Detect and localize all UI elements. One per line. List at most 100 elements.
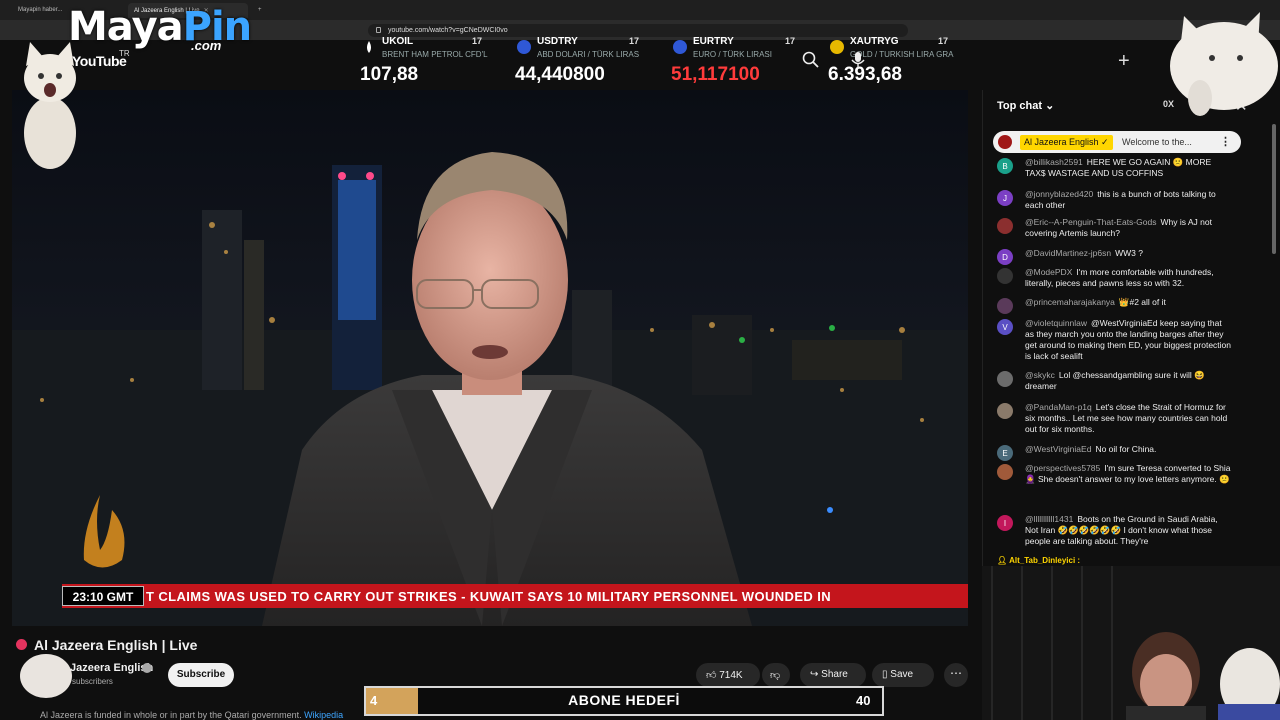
- chat-message-body: @PandaMan-p1q Let's close the Strait of H…: [1025, 402, 1233, 435]
- chat-avatar[interactable]: [997, 371, 1013, 387]
- goal-current: 4: [370, 693, 378, 708]
- tab-label: Mayapin haber...: [18, 7, 63, 13]
- footer-username: Alt_Tab_Dinleyici: [1009, 556, 1076, 565]
- ticker-value: 44,440800: [515, 64, 605, 85]
- chat-avatar[interactable]: V: [997, 319, 1013, 335]
- chat-footer-user: 👤︎ Alt_Tab_Dinleyici :: [997, 556, 1081, 565]
- chat-avatar[interactable]: [997, 218, 1013, 234]
- chat-author[interactable]: @violetquinnlaw: [1025, 318, 1087, 328]
- chat-author[interactable]: @DavidMartinez-jp6sn: [1025, 248, 1111, 258]
- chat-message[interactable]: @princemaharajakanya 👑#2 all of it: [997, 297, 1233, 314]
- pinned-author: Al Jazeera English ✓: [1020, 135, 1113, 150]
- pinned-more-icon[interactable]: ⋮: [1220, 135, 1231, 148]
- chat-author[interactable]: @PandaMan-p1q: [1025, 402, 1092, 412]
- chat-message-body: @Eric--A-Penguin-That-Eats-Gods Why is AJ…: [1025, 217, 1233, 239]
- chat-author[interactable]: @billikash2591: [1025, 157, 1083, 167]
- chat-avatar[interactable]: J: [997, 190, 1013, 206]
- chat-text: 👑#2 all of it: [1118, 297, 1166, 307]
- chat-message[interactable]: D @DavidMartinez-jp6sn WW3 ?: [997, 248, 1233, 265]
- save-label: Save: [890, 669, 914, 680]
- chat-author[interactable]: @Eric--A-Penguin-That-Eats-Gods: [1025, 217, 1156, 227]
- share-button[interactable]: ↪ Share: [800, 663, 866, 687]
- chat-author[interactable]: @perspectives5785: [1025, 463, 1100, 473]
- ticker-item-usdtry: USDTRY ABD DOLARI / TÜRK LIRAS 44,440800…: [515, 36, 640, 86]
- chat-author[interactable]: @lllllllllll1431: [1025, 514, 1073, 524]
- pinned-avatar: [998, 135, 1012, 149]
- chat-avatar[interactable]: [997, 464, 1013, 480]
- chat-message[interactable]: @perspectives5785 I'm sure Teresa convert…: [997, 463, 1233, 485]
- chat-message[interactable]: @Eric--A-Penguin-That-Eats-Gods Why is AJ…: [997, 217, 1233, 239]
- new-tab-icon[interactable]: +: [252, 3, 264, 18]
- mic-icon[interactable]: [848, 50, 868, 70]
- chat-author[interactable]: @jonnyblazed420: [1025, 189, 1093, 199]
- ticker-name: EURTRY: [693, 36, 734, 47]
- chat-message-body: @DavidMartinez-jp6sn WW3 ?: [1025, 248, 1233, 259]
- chat-avatar[interactable]: D: [997, 249, 1013, 265]
- chat-message[interactable]: B @billikash2591 HERE WE GO AGAIN 🙁 MORE T…: [997, 157, 1233, 179]
- search-icon[interactable]: [801, 50, 821, 70]
- funding-text: Al Jazeera is funded in whole or in part…: [40, 710, 302, 720]
- chat-message[interactable]: @ModePDX I'm more comfortable with hundre…: [997, 267, 1233, 289]
- chat-avatar[interactable]: E: [997, 445, 1013, 461]
- chat-scrollbar[interactable]: [1272, 124, 1276, 254]
- mayapin-logo: MayaPin: [68, 4, 252, 50]
- like-button[interactable]: 👍︎ 714K: [696, 663, 760, 687]
- chat-message-body: @ModePDX I'm more comfortable with hundre…: [1025, 267, 1233, 289]
- more-actions-icon[interactable]: ⋯: [944, 663, 968, 687]
- goal-label: ABONE HEDEFİ: [568, 692, 680, 708]
- logo-maya: Maya: [68, 4, 184, 50]
- chat-message[interactable]: V @violetquinnlaw @WestVirginiaEd keep say…: [997, 318, 1233, 362]
- dislike-button[interactable]: 👎︎: [762, 663, 790, 687]
- news-ticker-text: T CLAIMS WAS USED TO CARRY OUT STRIKES -…: [146, 589, 832, 604]
- chat-author[interactable]: @skykc: [1025, 370, 1055, 380]
- chat-message[interactable]: E @WestVirginiaEd No oil for China.: [997, 444, 1233, 461]
- create-icon[interactable]: +: [1118, 50, 1130, 73]
- chat-message[interactable]: @skykc Lol @chessandgambling sure it will…: [997, 370, 1233, 392]
- wikipedia-link[interactable]: Wikipedia: [304, 710, 343, 720]
- ticker-item-eurtry: EURTRY EURO / TÜRK LIRASI 51,117100 17: [671, 36, 795, 86]
- chat-message[interactable]: @PandaMan-p1q Let's close the Strait of H…: [997, 402, 1233, 435]
- ticker-badge: 17: [629, 36, 640, 46]
- save-button[interactable]: ▯ Save: [872, 663, 934, 687]
- save-icon: ▯: [882, 669, 888, 680]
- funding-notice: Al Jazeera is funded in whole or in part…: [40, 710, 343, 720]
- chat-avatar[interactable]: [997, 298, 1013, 314]
- news-clock: 23:10 GMT: [62, 586, 144, 606]
- subscribe-button[interactable]: Subscribe: [168, 663, 234, 687]
- verified-icon: [142, 663, 152, 673]
- chat-message[interactable]: I @lllllllllll1431 Boots on the Ground in …: [997, 514, 1233, 547]
- ticker-badge: 17: [785, 36, 796, 46]
- chat-message-body: @WestVirginiaEd No oil for China.: [1025, 444, 1233, 455]
- chat-avatar[interactable]: I: [997, 515, 1013, 531]
- chat-message-body: @jonnyblazed420 this is a bunch of bots t…: [1025, 189, 1233, 211]
- us-flag-icon: [517, 40, 531, 54]
- chat-author[interactable]: @WestVirginiaEd: [1025, 444, 1091, 454]
- chat-mode-dropdown[interactable]: Top chat ⌄: [997, 99, 1054, 112]
- chat-author[interactable]: @princemaharajakanya: [1025, 297, 1115, 307]
- chat-message-body: @billikash2591 HERE WE GO AGAIN 🙁 MORE TA…: [1025, 157, 1233, 179]
- chevron-down-icon: ⌄: [1045, 100, 1055, 112]
- like-count: 714K: [719, 670, 743, 681]
- chat-avatar[interactable]: [997, 268, 1013, 284]
- chat-mode-label: Top chat: [997, 100, 1043, 112]
- chat-message-body: @princemaharajakanya 👑#2 all of it: [1025, 297, 1233, 308]
- chat-message-body: @skykc Lol @chessandgambling sure it will…: [1025, 370, 1233, 392]
- gold-icon: [830, 40, 844, 54]
- streamer-webcam: [982, 566, 1280, 720]
- chat-message[interactable]: J @jonnyblazed420 this is a bunch of bots …: [997, 189, 1233, 211]
- ticker-badge: 17: [472, 36, 483, 46]
- chat-text: WW3 ?: [1115, 248, 1143, 258]
- video-player[interactable]: [12, 90, 968, 626]
- chat-avatar[interactable]: B: [997, 158, 1013, 174]
- chat-avatar[interactable]: [997, 403, 1013, 419]
- ticker-item-ukoil: UKOIL BRENT HAM PETROL CFD'L 107,88 17: [360, 36, 488, 86]
- ticker-sub: BRENT HAM PETROL CFD'L: [382, 50, 488, 59]
- lock-icon: [376, 27, 381, 33]
- ticker-name: USDTRY: [537, 36, 578, 47]
- cat-sticker-right: [1140, 6, 1280, 118]
- ticker-value: 107,88: [360, 64, 419, 85]
- thumbs-up-icon: 👍︎: [706, 670, 717, 681]
- subscriber-count: subscribers: [72, 677, 113, 686]
- chat-author[interactable]: @ModePDX: [1025, 267, 1072, 277]
- share-label: Share: [821, 669, 848, 680]
